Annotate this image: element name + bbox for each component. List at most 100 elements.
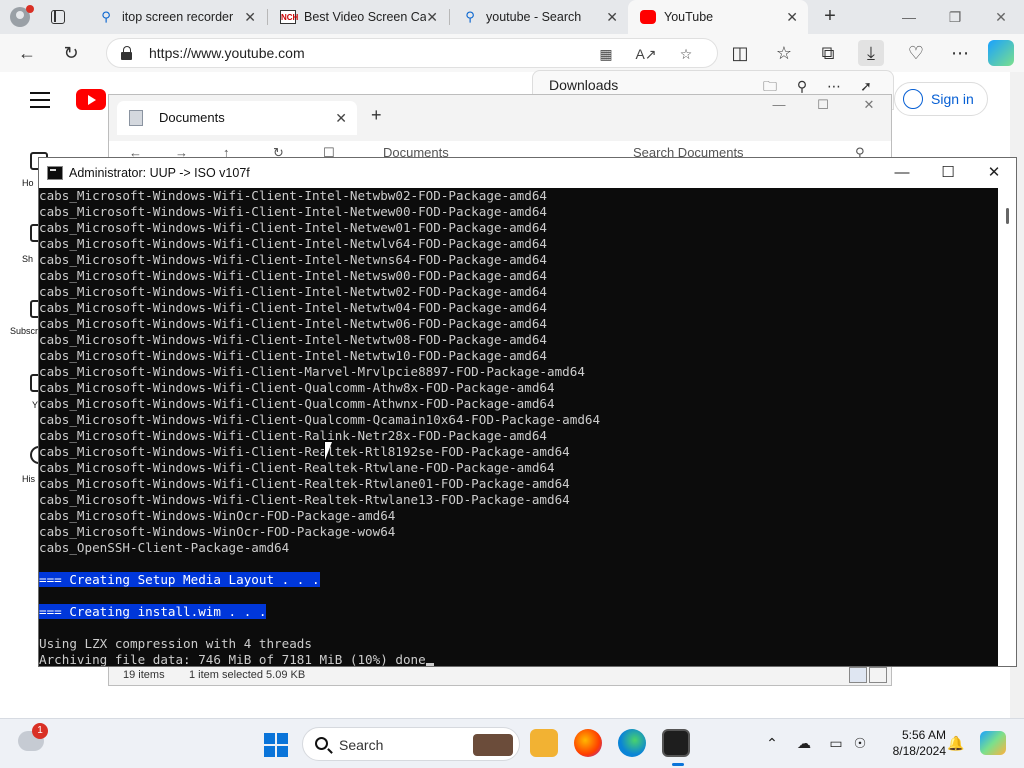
youtube-icon [640, 10, 656, 24]
close-icon[interactable]: ✕ [606, 0, 618, 34]
collections-icon[interactable]: ⧉ [815, 40, 841, 66]
clock-time: 5:56 AM [901, 728, 946, 742]
volume-icon[interactable]: ☉ [850, 733, 870, 753]
details-view-icon[interactable] [849, 667, 867, 683]
close-window-button[interactable]: ✕ [978, 0, 1024, 34]
close-icon[interactable]: ✕ [244, 0, 256, 34]
taskbar-clock[interactable]: 5:56 AM 8/18/2024 [870, 727, 946, 759]
console-line-text: Using LZX compression with 4 threads [39, 636, 312, 651]
favorite-star-icon[interactable]: ☆ [675, 43, 697, 65]
status-selection: 1 item selected 5.09 KB [189, 669, 306, 681]
refresh-button[interactable]: ↻ [58, 40, 84, 66]
display-icon[interactable]: ▭ [826, 733, 846, 753]
console-line-text: cabs_Microsoft-Windows-Wifi-Client-Qualc… [39, 412, 601, 427]
network-off-icon[interactable]: ☁ [794, 733, 814, 753]
tab-best-video-screen-capture[interactable]: NCH Best Video Screen Ca ✕ [268, 0, 448, 34]
hamburger-menu-icon[interactable] [30, 92, 50, 108]
address-bar[interactable]: https://www.youtube.com ▦ A↗ ☆ [106, 38, 718, 68]
browser-toolbar: ← ↻ https://www.youtube.com ▦ A↗ ☆ ◫ ☆ ⧉… [0, 34, 1024, 72]
console-line: cabs_Microsoft-Windows-Wifi-Client-Realt… [39, 492, 999, 508]
tab-itop-screen-recorder[interactable]: ⚲ itop screen recorder ✕ [86, 0, 266, 34]
console-line: cabs_Microsoft-Windows-Wifi-Client-Realt… [39, 444, 999, 460]
tiles-view-icon[interactable] [869, 667, 887, 683]
mouse-pointer [325, 442, 339, 460]
explorer-tab-label: Documents [159, 110, 225, 125]
taskbar: 1 Search ⌃ ☁ ▭ ☉ 5:56 AM 8/18/2024 🔔 [0, 718, 1024, 768]
maximize-button[interactable]: ❐ [932, 0, 978, 34]
copilot-icon[interactable] [988, 40, 1014, 66]
sign-in-label: Sign in [931, 91, 974, 107]
console-line-text: cabs_Microsoft-Windows-Wifi-Client-Intel… [39, 204, 547, 219]
console-line: cabs_Microsoft-Windows-Wifi-Client-Intel… [39, 204, 999, 220]
console-taskbar-icon[interactable] [662, 729, 690, 766]
console-title: Administrator: UUP -> ISO v107f [69, 166, 250, 180]
close-icon[interactable]: ✕ [426, 0, 438, 34]
tab-label: itop screen recorder [122, 10, 234, 24]
split-screen-icon[interactable]: ◫ [727, 40, 753, 66]
console-line: cabs_Microsoft-Windows-Wifi-Client-Intel… [39, 268, 999, 284]
console-line-text: cabs_Microsoft-Windows-Wifi-Client-Marve… [39, 364, 585, 379]
console-line: Using LZX compression with 4 threads [39, 636, 999, 652]
console-line: cabs_Microsoft-Windows-WinOcr-FOD-Packag… [39, 508, 999, 524]
tab-youtube[interactable]: YouTube ✕ [628, 0, 808, 34]
search-highlight-image [473, 734, 513, 756]
chevron-up-icon[interactable]: ⌃ [762, 733, 782, 753]
firefox-taskbar-icon[interactable] [574, 729, 602, 757]
maximize-button[interactable]: ☐ [925, 158, 971, 188]
console-scrollbar[interactable] [998, 188, 1016, 666]
console-line: cabs_Microsoft-Windows-Wifi-Client-Qualc… [39, 412, 999, 428]
start-button[interactable] [264, 733, 288, 757]
console-line: === Creating install.wim . . . [39, 604, 999, 620]
widgets-button[interactable]: 1 [18, 723, 48, 751]
browser-essentials-icon[interactable]: ♡ [903, 40, 929, 66]
minimize-button[interactable]: — [757, 97, 801, 112]
console-line-text: cabs_Microsoft-Windows-Wifi-Client-Realt… [39, 460, 555, 475]
console-line-text: cabs_Microsoft-Windows-Wifi-Client-Intel… [39, 188, 547, 203]
downloads-icon[interactable]: ⤓ [858, 40, 884, 66]
console-output[interactable]: cabs_Microsoft-Windows-Wifi-Client-Intel… [39, 188, 999, 666]
notifications-bell-icon[interactable]: 🔔 [946, 733, 966, 753]
edge-taskbar-icon[interactable] [618, 729, 646, 757]
back-button[interactable]: ← [14, 40, 40, 66]
console-line: cabs_Microsoft-Windows-Wifi-Client-Intel… [39, 332, 999, 348]
scrollbar-thumb[interactable] [1006, 208, 1009, 224]
explorer-tab-documents[interactable]: Documents ✕ [117, 101, 357, 135]
console-line-text: cabs_Microsoft-Windows-Wifi-Client-Realt… [39, 476, 570, 491]
console-title-bar[interactable]: Administrator: UUP -> ISO v107f — ☐ ✕ [39, 158, 1016, 188]
copilot-taskbar-icon[interactable] [980, 731, 1006, 755]
console-line-text: cabs_Microsoft-Windows-Wifi-Client-Intel… [39, 316, 547, 331]
minimize-button[interactable]: — [879, 158, 925, 188]
console-line-text: === Creating Setup Media Layout . . . [39, 572, 320, 587]
tab-youtube-search[interactable]: ⚲ youtube - Search ✕ [450, 0, 628, 34]
sign-in-button[interactable]: Sign in [894, 82, 988, 116]
browser-tab-bar: ⚲ itop screen recorder ✕ NCH Best Video … [0, 0, 1024, 34]
console-line: cabs_Microsoft-Windows-Wifi-Client-Qualc… [39, 396, 999, 412]
lock-icon [121, 46, 133, 60]
settings-more-icon[interactable]: ⋯ [947, 40, 973, 66]
maximize-button[interactable]: ☐ [801, 97, 845, 113]
console-line-text: cabs_Microsoft-Windows-Wifi-Client-Ralin… [39, 428, 547, 443]
close-window-button[interactable]: ✕ [847, 97, 891, 113]
console-line: cabs_Microsoft-Windows-Wifi-Client-Intel… [39, 236, 999, 252]
console-window[interactable]: Administrator: UUP -> ISO v107f — ☐ ✕ ca… [38, 157, 1017, 667]
read-aloud-icon[interactable]: A↗ [635, 43, 657, 65]
tab-actions-icon[interactable] [48, 7, 70, 27]
console-line-text: cabs_Microsoft-Windows-Wifi-Client-Realt… [39, 444, 570, 459]
close-window-button[interactable]: ✕ [971, 158, 1017, 188]
close-icon[interactable]: ✕ [786, 0, 798, 34]
apps-icon[interactable]: ▦ [595, 43, 617, 65]
minimize-button[interactable]: — [886, 0, 932, 34]
console-line-text: cabs_Microsoft-Windows-WinOcr-FOD-Packag… [39, 524, 396, 539]
console-line-text: Archiving file data: 746 MiB of 7181 MiB… [39, 652, 426, 666]
youtube-logo[interactable] [76, 89, 106, 110]
taskbar-search[interactable]: Search [302, 727, 520, 761]
profile-button[interactable] [8, 5, 34, 29]
console-line: Archiving file data: 746 MiB of 7181 MiB… [39, 652, 999, 666]
file-explorer-taskbar-icon[interactable] [530, 729, 558, 757]
new-tab-button[interactable]: + [818, 5, 842, 28]
favorites-icon[interactable]: ☆ [771, 40, 797, 66]
terminal-icon [47, 166, 63, 180]
close-icon[interactable]: ✕ [335, 101, 347, 135]
add-tab-icon[interactable]: + [371, 105, 382, 126]
